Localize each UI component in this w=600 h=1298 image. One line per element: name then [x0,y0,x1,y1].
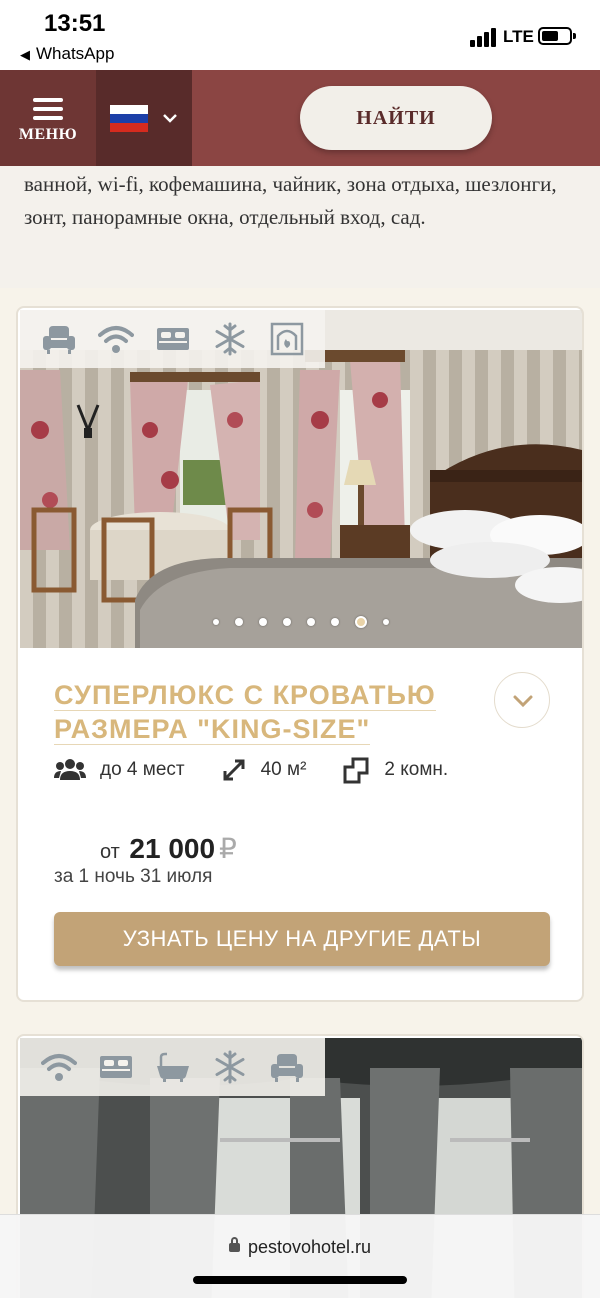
url-text: pestovohotel.ru [247,1237,372,1257]
bed-icon [144,310,201,368]
url-display[interactable]: pestovohotel.ru [0,1237,600,1258]
area-spec: 40 м² [221,757,307,783]
capacity-value: до 4 мест [100,759,185,780]
status-bar: 13:51 ◀ WhatsApp LTE [0,0,600,70]
armchair-icon [258,1038,315,1096]
check-other-dates-button[interactable]: УЗНАТЬ ЦЕНУ НА ДРУГИЕ ДАТЫ [54,912,550,966]
back-to-app-link[interactable]: ◀ WhatsApp [20,44,114,64]
room-card: СУПЕРЛЮКС С КРОВАТЬЮ РАЗМЕРА "KING-SIZE"… [16,306,584,1002]
guests-icon [54,759,86,780]
bed-icon [87,1038,144,1096]
find-button[interactable]: НАЙТИ [300,86,492,150]
back-app-label: WhatsApp [36,44,115,63]
price-prefix: от [100,841,120,863]
carousel-dot[interactable] [283,618,291,626]
amenity-icons-bar-2 [20,1038,325,1096]
area-value: 40 м² [260,759,307,780]
room-description: ванной, wi-fi, кофемашина, чайник, зона … [0,166,600,288]
wifi-icon [30,1038,87,1096]
carousel-dot[interactable] [331,618,339,626]
network-type: LTE [503,27,534,46]
carousel-dot[interactable] [383,619,389,625]
home-indicator[interactable] [193,1276,407,1284]
menu-button[interactable]: МЕНЮ [0,70,96,166]
price: от 21 000 ₽ [100,832,237,865]
lock-icon [228,1237,240,1252]
snowflake-icon [201,310,258,368]
price-note: за 1 ночь 31 июля [54,866,213,887]
language-selector[interactable] [96,70,192,166]
carousel-dots [20,616,582,628]
menu-label: МЕНЮ [18,126,78,143]
room-photo[interactable] [20,310,582,648]
back-triangle-icon: ◀ [20,47,30,62]
battery-icon [538,27,576,45]
room-title[interactable]: СУПЕРЛЮКС С КРОВАТЬЮ РАЗМЕРА "KING-SIZE" [54,678,454,746]
fireplace-icon [258,310,315,368]
site-header: МЕНЮ НАЙТИ [0,70,600,166]
amenity-icons-bar [20,310,325,368]
carousel-dot[interactable] [259,618,267,626]
russia-flag-icon [110,105,148,132]
rooms-icon [343,757,369,784]
cellular-signal-icon [470,27,500,47]
hamburger-icon [33,98,63,125]
carousel-dot[interactable] [235,618,243,626]
snowflake-icon [201,1038,258,1096]
armchair-icon [30,310,87,368]
expand-details-button[interactable] [494,672,550,728]
area-arrows-icon [223,759,245,781]
browser-url-bar[interactable]: pestovohotel.ru [0,1214,600,1298]
currency-symbol: ₽ [219,833,237,864]
wifi-icon [87,310,144,368]
chevron-down-icon [513,695,533,708]
carousel-dot-active[interactable] [355,616,367,628]
capacity-spec: до 4 мест [54,758,185,782]
status-time: 13:51 [44,10,106,37]
rooms-value: 2 комн. [384,759,449,780]
price-value: 21 000 [129,833,216,864]
chevron-down-icon [162,108,178,129]
bathtub-icon [144,1038,201,1096]
room-title-text: СУПЕРЛЮКС С КРОВАТЬЮ РАЗМЕРА "KING-SIZE" [54,680,436,745]
room-specs: до 4 мест 40 м² 2 комн. [54,756,484,784]
rooms-spec: 2 комн. [342,756,448,784]
carousel-dot[interactable] [307,618,315,626]
carousel-dot[interactable] [213,619,219,625]
